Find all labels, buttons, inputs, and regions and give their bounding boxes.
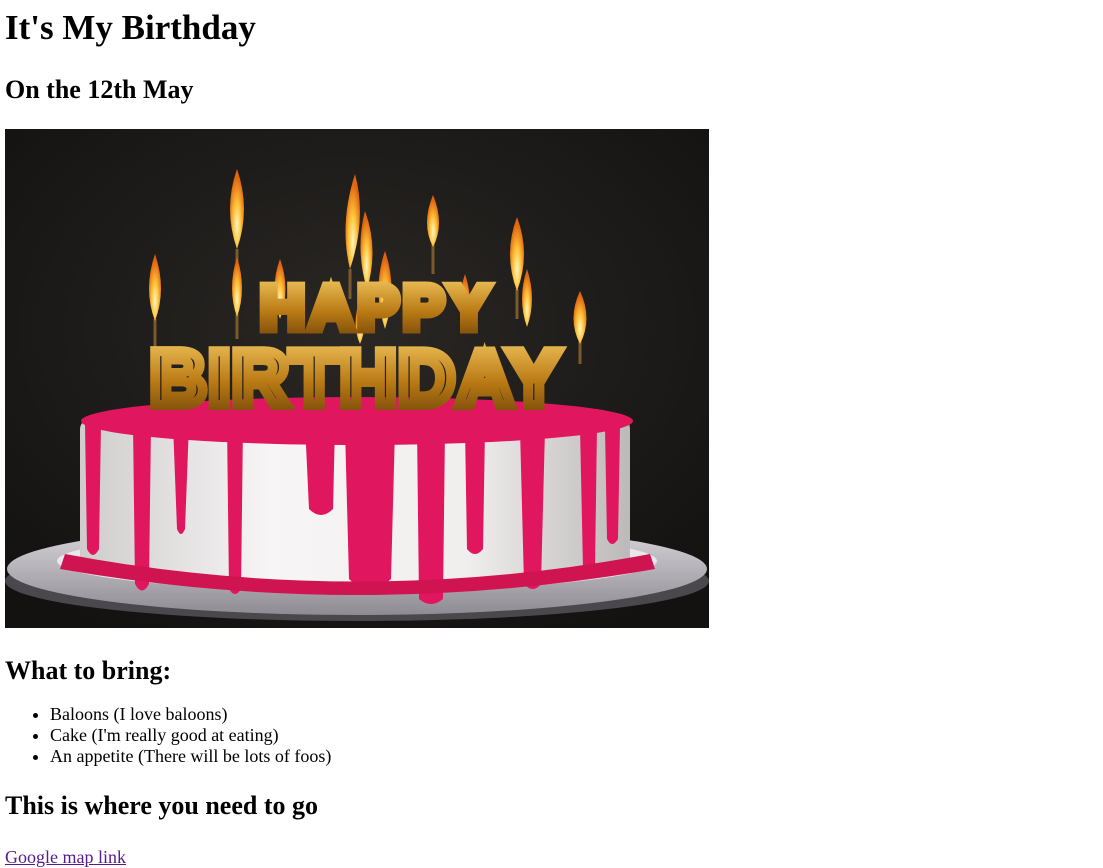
birthday-cake-image: HAPPY BIRTHDAY [5, 129, 709, 628]
cake-text-birthday: BIRTHDAY [150, 334, 562, 422]
cake-text-happy: HAPPY [260, 274, 494, 343]
bring-list: Baloons (I love baloons) Cake (I'm reall… [5, 704, 1103, 767]
location-heading: This is where you need to go [5, 791, 318, 820]
google-map-link[interactable]: Google map link [5, 847, 126, 868]
list-item: An appetite (There will be lots of foos) [50, 746, 1103, 767]
page-subtitle: On the 12th May [5, 75, 194, 104]
list-item: Cake (I'm really good at eating) [50, 725, 1103, 746]
list-item: Baloons (I love baloons) [50, 704, 1103, 725]
bring-heading: What to bring: [5, 656, 172, 685]
page-title: It's My Birthday [5, 8, 256, 47]
